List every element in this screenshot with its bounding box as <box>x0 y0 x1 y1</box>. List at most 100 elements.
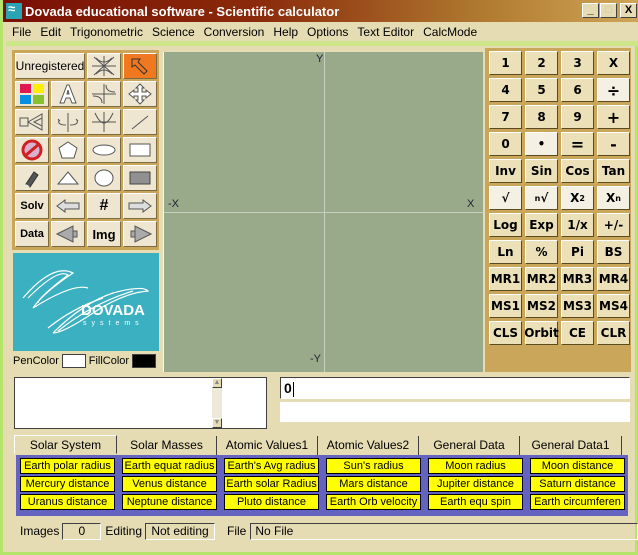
menu-conversion[interactable]: Conversion <box>204 25 265 39</box>
secondary-display[interactable] <box>280 402 630 422</box>
constant-pluto-distance[interactable]: Pluto distance <box>224 494 319 510</box>
line-button[interactable] <box>123 109 157 135</box>
calc-key-inv[interactable]: Inv <box>489 159 522 183</box>
calc-key-ms2[interactable]: MS2 <box>525 294 558 318</box>
calc-key-mr4[interactable]: MR4 <box>597 267 630 291</box>
drawing-canvas[interactable]: Y -Y X -X <box>163 52 484 372</box>
calc-key-2[interactable]: 2 <box>525 51 558 75</box>
calc-key-add[interactable]: + <box>597 105 630 129</box>
calc-key-8[interactable]: 8 <box>525 105 558 129</box>
close-button[interactable]: X <box>620 3 637 18</box>
calc-key-nth-root[interactable]: n √ <box>525 186 558 210</box>
ellipse-button[interactable] <box>87 137 121 163</box>
scroll-up-icon[interactable]: ▲ <box>212 378 222 388</box>
calc-key-divide[interactable]: ÷ <box>597 78 630 102</box>
calc-key-power[interactable]: Xn <box>597 186 630 210</box>
eraser-button[interactable] <box>15 165 49 191</box>
speaker-right-button[interactable] <box>123 221 157 247</box>
tab-solar-system[interactable]: Solar System <box>14 435 117 454</box>
calc-key-ln[interactable]: Ln <box>489 240 522 264</box>
constant-jupiter-distance[interactable]: Jupiter distance <box>428 476 523 492</box>
menu-edit[interactable]: Edit <box>40 25 61 39</box>
fill-color-swatch[interactable] <box>132 354 156 368</box>
constant-earth-equat-radius[interactable]: Earth equat radius <box>122 458 217 474</box>
constant-moon-distance[interactable]: Moon distance <box>530 458 625 474</box>
calc-key-ce[interactable]: CE <box>561 321 594 345</box>
data-button[interactable]: Data <box>15 221 49 247</box>
constant-venus-distance[interactable]: Venus distance <box>122 476 217 492</box>
filled-rectangle-button[interactable] <box>123 165 157 191</box>
menu-options[interactable]: Options <box>307 25 348 39</box>
menu-science[interactable]: Science <box>152 25 195 39</box>
tab-general-data[interactable]: General Data <box>419 436 520 455</box>
rectangle-button[interactable] <box>123 137 157 163</box>
scroll-down-icon[interactable]: ▼ <box>212 418 222 428</box>
solve-button[interactable]: Solv <box>15 193 49 219</box>
tab-general-data1[interactable]: General Data1 <box>520 436 622 455</box>
pointer-button[interactable] <box>123 53 157 79</box>
constant-neptune-distance[interactable]: Neptune distance <box>122 494 217 510</box>
speaker-left-button[interactable] <box>51 221 85 247</box>
constant-earth-circumferen[interactable]: Earth circumferen <box>530 494 625 510</box>
hyperbola-button[interactable] <box>87 81 121 107</box>
calc-key-6[interactable]: 6 <box>561 78 594 102</box>
constant-earth-polar-radius[interactable]: Earth polar radius <box>20 458 115 474</box>
calc-key-0[interactable]: 0 <box>489 132 522 156</box>
calc-key-ms1[interactable]: MS1 <box>489 294 522 318</box>
delete-button[interactable] <box>15 137 49 163</box>
calc-key-4[interactable]: 4 <box>489 78 522 102</box>
calc-key-cls[interactable]: CLS <box>489 321 522 345</box>
menu-text-editor[interactable]: Text Editor <box>357 25 414 39</box>
camera-button[interactable] <box>15 109 49 135</box>
tab-atomic-values1[interactable]: Atomic Values1 <box>217 436 318 455</box>
constant-moon-radius[interactable]: Moon radius <box>428 458 523 474</box>
menu-help[interactable]: Help <box>273 25 298 39</box>
calc-key-3[interactable]: 3 <box>561 51 594 75</box>
menu-calcmode[interactable]: CalcMode <box>423 25 477 39</box>
constant-uranus-distance[interactable]: Uranus distance <box>20 494 115 510</box>
calc-key-1[interactable]: 1 <box>489 51 522 75</box>
unregistered-button[interactable]: Unregistered <box>15 53 85 79</box>
circle-button[interactable] <box>87 165 121 191</box>
calc-key-mr2[interactable]: MR2 <box>525 267 558 291</box>
tab-atomic-values2[interactable]: Atomic Values2 <box>318 436 419 455</box>
calc-key-negate[interactable]: +/- <box>597 213 630 237</box>
menu-trigonometric[interactable]: Trigonometric <box>70 25 143 39</box>
move-button[interactable] <box>123 81 157 107</box>
calc-key-ms3[interactable]: MS3 <box>561 294 594 318</box>
calc-key-percent[interactable]: % <box>525 240 558 264</box>
calc-key-reciprocal[interactable]: 1/x <box>561 213 594 237</box>
calc-key-mr1[interactable]: MR1 <box>489 267 522 291</box>
calc-key-7[interactable]: 7 <box>489 105 522 129</box>
tab-solar-masses[interactable]: Solar Masses <box>117 436 217 455</box>
constant-mars-distance[interactable]: Mars distance <box>326 476 421 492</box>
axes-star-button[interactable] <box>87 53 121 79</box>
calc-key-sqrt[interactable]: √ <box>489 186 522 210</box>
arrow-left-button[interactable] <box>51 193 85 219</box>
constant-earth-equ-spin[interactable]: Earth equ spin <box>428 494 523 510</box>
notes-textarea[interactable] <box>14 377 267 429</box>
calc-key-bs[interactable]: BS <box>597 240 630 264</box>
triangle-button[interactable] <box>51 165 85 191</box>
maximize-button[interactable]: □ <box>600 3 617 18</box>
calc-key-decimal[interactable]: • <box>525 132 558 156</box>
calc-key-5[interactable]: 5 <box>525 78 558 102</box>
calc-key-cos[interactable]: Cos <box>561 159 594 183</box>
color-palette-button[interactable] <box>15 81 49 107</box>
arrow-right-button[interactable] <box>123 193 157 219</box>
pentagon-button[interactable] <box>51 137 85 163</box>
calc-key-sin[interactable]: Sin <box>525 159 558 183</box>
text-button[interactable] <box>51 81 85 107</box>
calc-key-pi[interactable]: Pi <box>561 240 594 264</box>
calc-key-log[interactable]: Log <box>489 213 522 237</box>
minimize-button[interactable]: _ <box>582 3 599 18</box>
parabola-button[interactable] <box>87 109 121 135</box>
rotate-button[interactable] <box>51 109 85 135</box>
calc-key-multiply[interactable]: X <box>597 51 630 75</box>
menu-file[interactable]: File <box>12 25 31 39</box>
constant-earth-orb-velocity[interactable]: Earth Orb velocity <box>326 494 421 510</box>
calc-key-orbit[interactable]: Orbit <box>524 321 559 345</box>
calc-key-subtract[interactable]: - <box>597 132 630 156</box>
calc-key-clr[interactable]: CLR <box>597 321 630 345</box>
constant-earth-s-avg-radius[interactable]: Earth's Avg radius <box>224 458 319 474</box>
